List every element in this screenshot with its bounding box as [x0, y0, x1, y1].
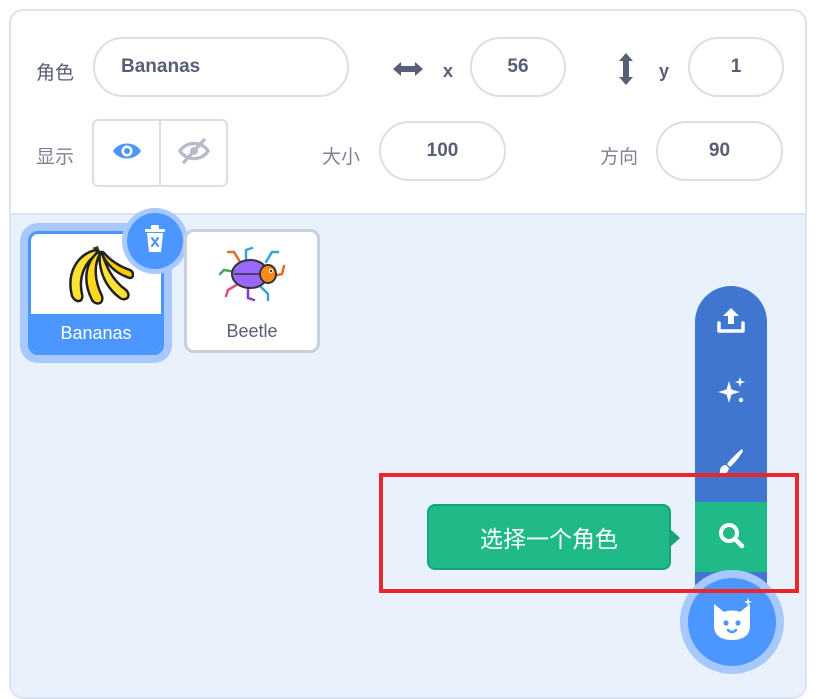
sparkle-icon — [715, 375, 747, 412]
sprite-tile-label: Beetle — [226, 320, 278, 341]
upload-icon — [716, 305, 746, 340]
trash-icon — [142, 224, 168, 259]
sprite-tile-label: Bananas — [31, 314, 161, 352]
eye-icon — [111, 139, 143, 168]
vertical-arrows-icon — [613, 51, 639, 92]
annotation-highlight-box — [379, 473, 799, 593]
hide-button[interactable] — [159, 121, 226, 185]
direction-label: 方向 — [600, 146, 639, 168]
delete-sprite-button[interactable] — [127, 213, 183, 269]
show-label: 显示 — [36, 146, 75, 168]
show-button[interactable] — [94, 121, 159, 185]
x-input[interactable]: 56 — [470, 37, 566, 97]
y-label: y — [659, 61, 670, 81]
y-input[interactable]: 1 — [688, 37, 784, 97]
cat-icon — [708, 596, 756, 649]
sprite-name-input[interactable]: Bananas — [93, 37, 349, 97]
eye-slash-icon — [177, 137, 210, 170]
visibility-toggle — [92, 119, 228, 187]
sprite-tile-beetle[interactable]: Beetle — [184, 229, 320, 353]
x-label: x — [443, 61, 454, 81]
sprite-info-panel: 角色 Bananas x 56 y 1 显示 大小 100 方向 90 — [11, 11, 805, 215]
upload-sprite-button[interactable] — [695, 286, 767, 358]
beetle-thumbnail — [187, 232, 317, 316]
sprite-label: 角色 — [36, 62, 75, 84]
size-label: 大小 — [322, 146, 361, 168]
direction-input[interactable]: 90 — [656, 121, 783, 181]
horizontal-arrows-icon — [391, 56, 425, 87]
surprise-sprite-button[interactable] — [695, 358, 767, 428]
size-input[interactable]: 100 — [379, 121, 506, 181]
